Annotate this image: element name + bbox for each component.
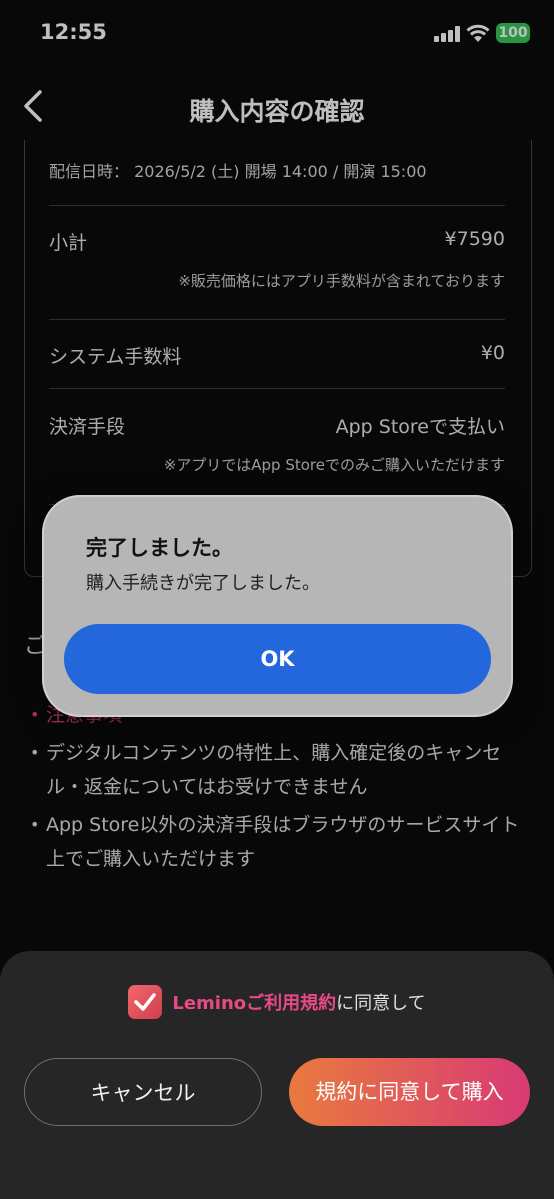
terms-agreement: Leminoご利用規約に同意して [0,985,554,1021]
completion-alert: 完了しました。 購入手続きが完了しました。 OK [42,495,513,717]
terms-suffix: に同意して [336,993,426,1014]
bottom-action-sheet: Leminoご利用規約に同意して キャンセル 規約に同意して購入 [0,951,554,1199]
alert-message: 購入手続きが完了しました。 [86,573,320,594]
cancel-button[interactable]: キャンセル [24,1058,262,1126]
terms-checkbox[interactable] [128,985,163,1019]
agree-and-purchase-button[interactable]: 規約に同意して購入 [289,1058,530,1126]
ok-button[interactable]: OK [64,624,491,694]
checkmark-icon [134,993,157,1011]
alert-title: 完了しました。 [86,536,233,560]
terms-link[interactable]: Leminoご利用規約 [172,993,336,1014]
